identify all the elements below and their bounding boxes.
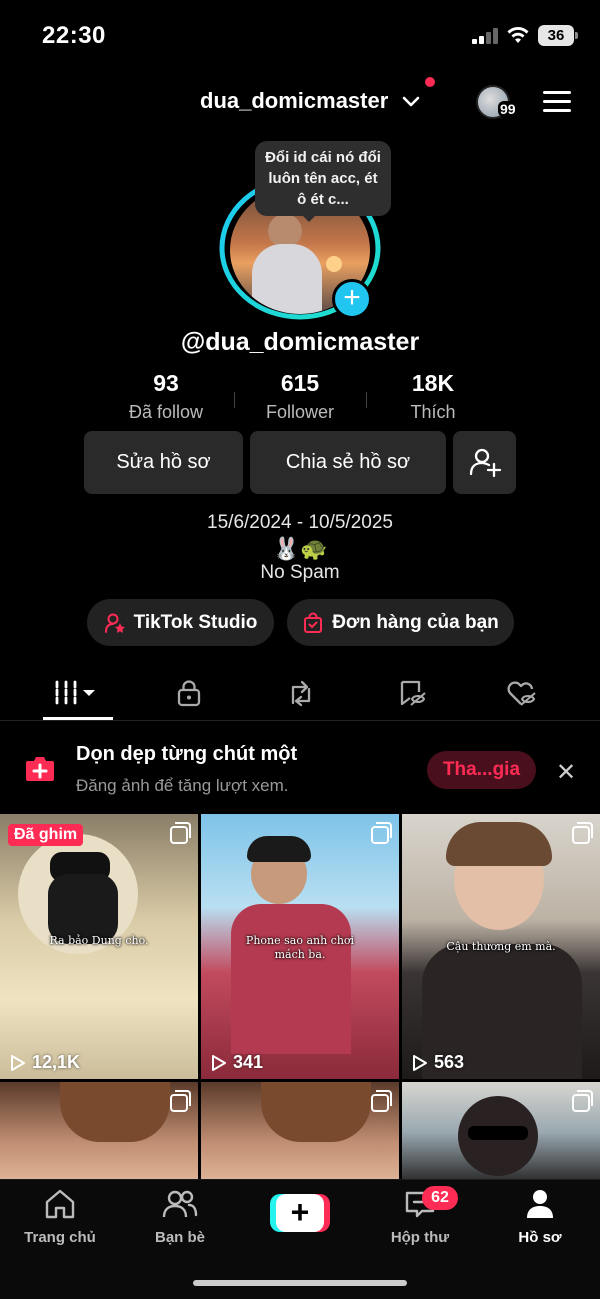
note-bubble-tail <box>300 213 318 222</box>
play-icon <box>413 1054 427 1071</box>
status-time: 22:30 <box>42 22 106 49</box>
videos-icon <box>55 680 95 706</box>
stat-value: 615 <box>280 370 320 396</box>
multi-photo-icon <box>371 1090 392 1112</box>
photo-upload-icon <box>26 757 54 781</box>
inbox-badge: 62 <box>422 1186 458 1210</box>
home-icon <box>45 1189 75 1219</box>
stat-following[interactable]: 93 Đã follow <box>101 370 231 423</box>
friends-icon <box>162 1190 198 1218</box>
tab-reposts[interactable] <box>260 673 340 713</box>
view-count-value: 12,1K <box>32 1052 81 1072</box>
tab-favorites[interactable] <box>372 673 452 713</box>
video-caption: Phone sao anh chơi mách ba. <box>245 934 355 961</box>
orders-button[interactable]: Đơn hàng của bạn <box>287 599 514 646</box>
lock-icon <box>177 680 201 707</box>
video-tile[interactable] <box>402 1082 600 1182</box>
bookmark-hidden-icon <box>400 680 426 706</box>
chevron-down-icon[interactable] <box>400 90 422 112</box>
bio-text: No Spam <box>260 562 340 583</box>
battery-cap <box>575 32 578 39</box>
nav-inbox-label: Hộp thư <box>390 1229 450 1246</box>
nav-friends-label: Bạn bè <box>154 1229 205 1246</box>
note-bubble[interactable]: Đổi id cái nó đổi luôn tên acc, ét ô ét … <box>255 141 391 216</box>
join-button[interactable]: Tha...gia <box>427 751 536 789</box>
stat-likes[interactable]: 18K Thích <box>368 370 498 423</box>
stat-followers[interactable]: 615 Follower <box>235 370 365 423</box>
tiktok-studio-button[interactable]: TikTok Studio <box>87 599 274 646</box>
tab-active-indicator <box>43 717 113 720</box>
add-user-icon <box>469 448 501 478</box>
menu-icon[interactable] <box>543 91 571 118</box>
profile-handle: @dua_domicmaster <box>180 328 420 356</box>
studio-label: TikTok Studio <box>133 611 258 633</box>
tab-liked[interactable] <box>482 673 562 713</box>
video-caption: Cậu thương em mà. <box>446 940 556 953</box>
shopping-bag-icon <box>304 612 323 633</box>
multi-photo-icon <box>371 822 392 844</box>
plus-icon: + <box>276 1194 324 1232</box>
battery-indicator: 36 <box>538 25 574 46</box>
nav-home[interactable]: Trang chủ <box>10 1188 110 1246</box>
stat-label: Đã follow <box>128 402 204 422</box>
stat-label: Thích <box>410 402 456 422</box>
nav-profile[interactable]: Hồ sơ <box>490 1188 590 1246</box>
video-caption: Ra bảo Dung cho. <box>49 934 149 947</box>
video-tile[interactable] <box>0 1082 198 1182</box>
view-count: 12,1K <box>10 1052 80 1073</box>
banner-subtitle: Đăng ảnh để tăng lượt xem. <box>76 776 289 795</box>
multi-photo-icon <box>170 1090 191 1112</box>
bio-dates: 15/6/2024 - 10/5/2025 <box>207 512 393 533</box>
video-tile[interactable]: Phone sao anh chơi mách ba. 341 <box>201 814 399 1079</box>
video-tile[interactable]: Đã ghim Ra bảo Dung cho. 12,1K <box>0 814 198 1079</box>
video-tile[interactable]: Cậu thương em mà. 563 <box>402 814 600 1079</box>
video-tile[interactable] <box>201 1082 399 1182</box>
view-count: 341 <box>211 1052 263 1073</box>
play-icon <box>212 1054 226 1071</box>
bio-emojis: 🐰🐢 <box>272 536 328 561</box>
studio-icon <box>104 613 125 633</box>
pinned-badge: Đã ghim <box>8 824 84 846</box>
view-count-value: 563 <box>434 1052 465 1072</box>
nav-profile-label: Hồ sơ <box>518 1229 562 1246</box>
tab-videos[interactable] <box>38 673 118 713</box>
repost-icon <box>291 680 311 707</box>
share-profile-button[interactable]: Chia sẻ hồ sơ <box>250 431 446 494</box>
tab-divider <box>0 720 600 721</box>
stat-label: Follower <box>265 402 335 422</box>
home-indicator[interactable] <box>193 1280 407 1286</box>
nav-friends[interactable]: Bạn bè <box>130 1188 230 1246</box>
view-count: 563 <box>412 1052 464 1073</box>
banner-title: Dọn dẹp từng chút một <box>76 743 298 765</box>
friends-badge: 99 <box>498 101 518 117</box>
orders-label: Đơn hàng của bạn <box>332 611 499 633</box>
notification-dot <box>425 77 435 87</box>
add-story-button[interactable]: + <box>332 279 372 319</box>
tab-private[interactable] <box>149 673 229 713</box>
stat-value: 18K <box>411 370 455 396</box>
multi-photo-icon <box>572 1090 593 1112</box>
play-icon <box>11 1054 25 1071</box>
profile-icon <box>527 1190 553 1218</box>
nav-home-label: Trang chủ <box>24 1229 96 1246</box>
close-icon[interactable]: ✕ <box>556 758 576 787</box>
create-button[interactable]: + <box>270 1194 330 1232</box>
account-switcher[interactable]: dua_domicmaster <box>200 88 388 114</box>
signal-icon <box>472 28 498 44</box>
view-count-value: 341 <box>233 1052 264 1072</box>
liked-hidden-icon <box>507 681 536 706</box>
edit-profile-button[interactable]: Sửa hồ sơ <box>84 431 243 494</box>
divider <box>366 392 367 408</box>
add-friend-button[interactable] <box>453 431 516 494</box>
stat-value: 93 <box>153 370 179 396</box>
multi-photo-icon <box>170 822 191 844</box>
wifi-icon <box>507 27 529 43</box>
multi-photo-icon <box>572 822 593 844</box>
